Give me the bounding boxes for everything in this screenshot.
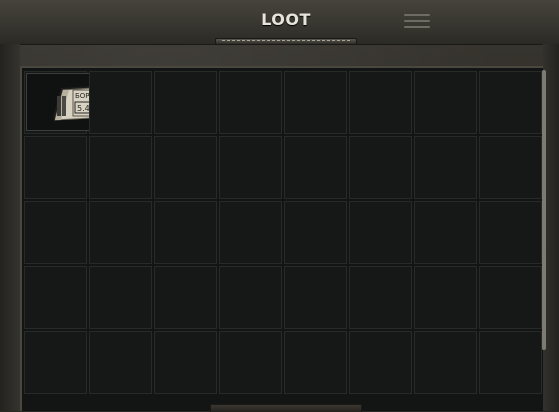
inventory-slot[interactable] [24, 136, 87, 199]
inventory-slot[interactable] [284, 201, 347, 264]
inventory-slot[interactable] [154, 331, 217, 394]
inventory-slot[interactable] [479, 266, 542, 329]
inventory-slot[interactable] [284, 266, 347, 329]
inventory-slot[interactable] [284, 136, 347, 199]
inventory-slot[interactable] [154, 71, 217, 134]
inventory-grid: БОРЗНА 5.45x39 16 [24, 71, 542, 394]
inventory-slot[interactable] [89, 201, 152, 264]
inventory-slot[interactable] [89, 266, 152, 329]
inventory-slot[interactable] [414, 201, 477, 264]
window-header: LOOT [0, 0, 559, 45]
menu-icon-bar [404, 14, 430, 16]
inventory-slot[interactable] [414, 266, 477, 329]
inventory-slot[interactable] [479, 201, 542, 264]
inventory-slot[interactable] [284, 71, 347, 134]
inventory-slot[interactable] [349, 201, 412, 264]
inventory-slot[interactable] [349, 266, 412, 329]
loot-inventory-area: БОРЗНА 5.45x39 16 [20, 66, 543, 411]
inventory-slot[interactable] [24, 331, 87, 394]
inventory-slot[interactable] [219, 266, 282, 329]
inventory-slot[interactable] [154, 136, 217, 199]
inventory-slot[interactable] [349, 71, 412, 134]
inventory-slot[interactable] [349, 136, 412, 199]
inventory-slot[interactable] [479, 71, 542, 134]
title-underline [215, 38, 357, 45]
inventory-slot[interactable] [154, 266, 217, 329]
inventory-slot[interactable] [219, 331, 282, 394]
inventory-slot[interactable] [414, 136, 477, 199]
scrollbar[interactable] [542, 70, 546, 350]
inventory-slot[interactable] [24, 201, 87, 264]
inventory-slot[interactable] [414, 331, 477, 394]
inventory-slot[interactable] [479, 136, 542, 199]
menu-icon-bar [404, 26, 430, 28]
scrollbar-thumb[interactable] [542, 70, 546, 350]
inventory-slot[interactable] [89, 71, 152, 134]
inventory-slot[interactable] [349, 331, 412, 394]
inventory-slot[interactable] [24, 266, 87, 329]
inventory-slot[interactable]: БОРЗНА 5.45x39 16 [24, 71, 152, 134]
loot-window: LOOT БОРЗНА 5.45x39 16 [0, 0, 559, 412]
inventory-slot[interactable] [219, 201, 282, 264]
menu-icon[interactable] [404, 14, 430, 30]
menu-icon-bar [404, 20, 430, 22]
inventory-slot[interactable] [89, 136, 152, 199]
inventory-slot[interactable] [89, 331, 152, 394]
window-title: LOOT [261, 10, 311, 29]
inventory-slot[interactable] [219, 71, 282, 134]
inventory-slot[interactable] [219, 136, 282, 199]
left-frame-rail [0, 44, 20, 411]
inventory-slot[interactable] [154, 201, 217, 264]
inventory-slot[interactable] [284, 331, 347, 394]
inventory-slot[interactable] [479, 331, 542, 394]
inventory-slot[interactable] [414, 71, 477, 134]
